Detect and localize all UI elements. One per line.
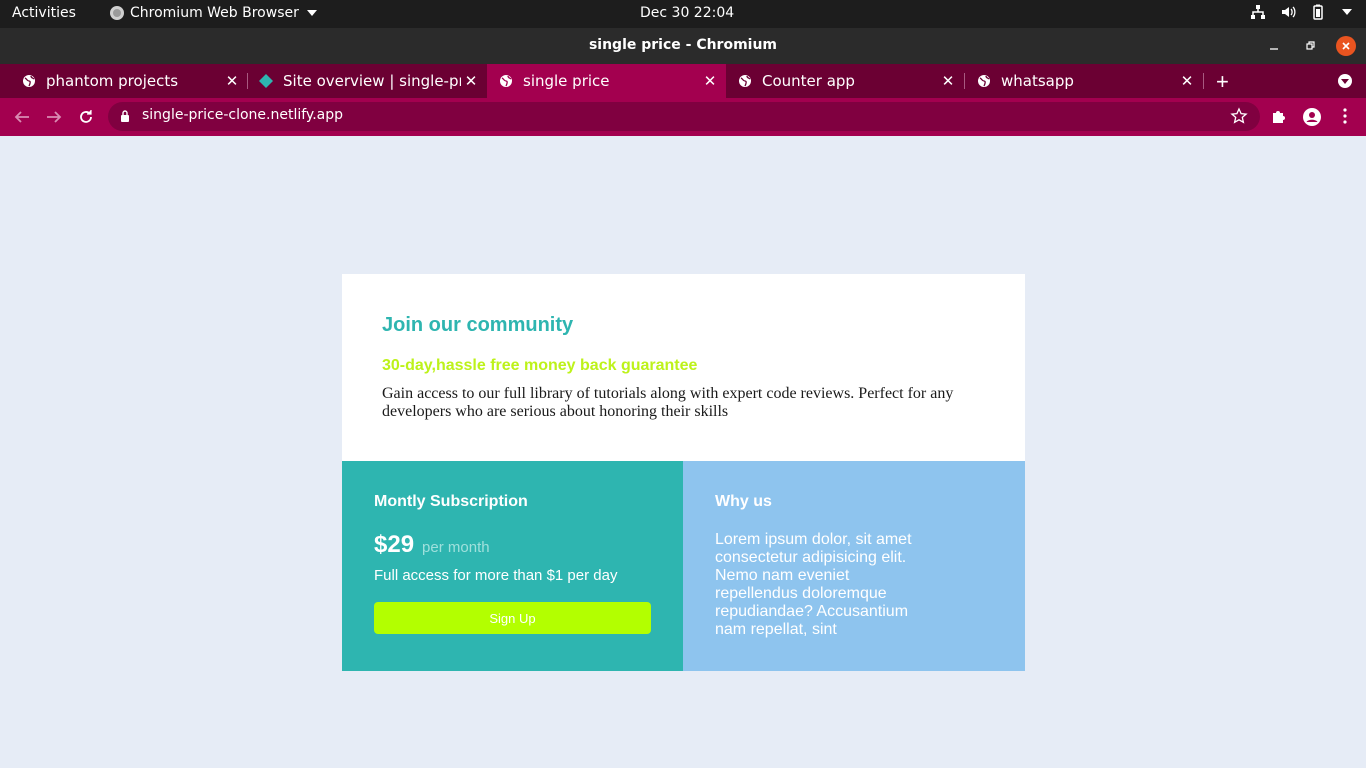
- sign-up-button[interactable]: Sign Up: [374, 602, 651, 634]
- intro-paragraph: Gain access to our full library of tutor…: [382, 385, 954, 420]
- system-top-bar: Activities Chromium Web Browser Dec 30 2…: [0, 0, 1366, 28]
- new-tab-plus-icon[interactable]: +: [1216, 69, 1229, 95]
- caret-down-icon: [306, 10, 317, 16]
- tab-site-overview[interactable]: Site overview | single-price ✕: [237, 64, 487, 98]
- tab-close-icon[interactable]: ✕: [1177, 72, 1197, 90]
- bookmark-star-icon[interactable]: [1230, 107, 1248, 125]
- globe-icon: [22, 74, 36, 88]
- tab-close-icon[interactable]: ✕: [461, 72, 481, 90]
- price-value: $29: [374, 531, 415, 558]
- profile-avatar-icon[interactable]: [1302, 107, 1322, 127]
- tab-whatsapp[interactable]: whatsapp ✕: [955, 64, 1203, 98]
- tab-separator: [1203, 73, 1204, 89]
- tab-title: single price: [523, 72, 610, 90]
- maximize-button[interactable]: [1300, 36, 1320, 56]
- window-title: single price - Chromium: [588, 37, 778, 53]
- why-us-title: Why us: [715, 493, 772, 510]
- tab-title: phantom projects: [46, 72, 179, 90]
- app-menu[interactable]: Chromium Web Browser: [110, 5, 317, 21]
- activities-button[interactable]: Activities: [12, 5, 76, 21]
- netlify-diamond-icon: [259, 74, 273, 88]
- why-us-text: Lorem ipsum dolor, sit amet consectetur …: [715, 531, 912, 638]
- system-menu-caret-icon: [1342, 9, 1352, 15]
- browser-toolbar: single-price-clone.netlify.app: [0, 98, 1366, 136]
- subscription-panel: Montly Subscription $29 per month Full a…: [342, 461, 683, 671]
- clock[interactable]: Dec 30 22:04: [640, 5, 734, 21]
- address-bar[interactable]: single-price-clone.netlify.app: [108, 102, 1260, 131]
- pricing-card: Join our community 30-day,hassle free mo…: [342, 274, 1025, 671]
- tab-strip: phantom projects ✕ Site overview | singl…: [0, 64, 1366, 98]
- window-title-bar: single price - Chromium: [0, 28, 1366, 64]
- chromium-icon: [110, 6, 124, 20]
- tab-single-price[interactable]: single price ✕: [487, 64, 726, 98]
- volume-icon: [1280, 4, 1296, 20]
- system-tray[interactable]: [1250, 4, 1352, 20]
- battery-icon: [1310, 4, 1326, 20]
- price-period: per month: [422, 539, 490, 556]
- globe-icon: [499, 74, 513, 88]
- tab-counter-app[interactable]: Counter app ✕: [716, 64, 964, 98]
- guarantee-subheading: 30-day,hassle free money back guarantee: [382, 357, 698, 374]
- access-text: Full access for more than $1 per day: [374, 567, 618, 584]
- app-menu-label: Chromium Web Browser: [130, 5, 299, 21]
- minimize-button[interactable]: [1264, 36, 1284, 56]
- forward-arrow-icon[interactable]: [43, 106, 65, 128]
- url-text[interactable]: single-price-clone.netlify.app: [142, 107, 343, 123]
- lock-icon[interactable]: [120, 110, 130, 122]
- back-arrow-icon[interactable]: [11, 106, 33, 128]
- page-heading: Join our community: [382, 314, 574, 336]
- why-us-panel: Why us Lorem ipsum dolor, sit amet conse…: [683, 461, 1025, 671]
- network-icon: [1250, 4, 1266, 20]
- globe-icon: [977, 74, 991, 88]
- extensions-puzzle-icon[interactable]: [1270, 107, 1288, 125]
- reload-icon[interactable]: [75, 106, 97, 128]
- tab-phantom-projects[interactable]: phantom projects ✕: [0, 64, 248, 98]
- page-viewport: Join our community 30-day,hassle free mo…: [0, 136, 1366, 768]
- tab-title: whatsapp: [1001, 72, 1074, 90]
- browser-menu-icon[interactable]: [1336, 107, 1354, 125]
- tab-search-chevron-icon[interactable]: [1338, 74, 1352, 88]
- window-close-button[interactable]: [1336, 36, 1356, 56]
- globe-icon: [738, 74, 752, 88]
- community-section: Join our community 30-day,hassle free mo…: [342, 274, 1025, 461]
- price-row: $29 per month: [374, 531, 651, 559]
- subscription-title: Montly Subscription: [374, 493, 528, 510]
- tab-title: Counter app: [762, 72, 855, 90]
- tab-title: Site overview | single-price: [283, 72, 461, 90]
